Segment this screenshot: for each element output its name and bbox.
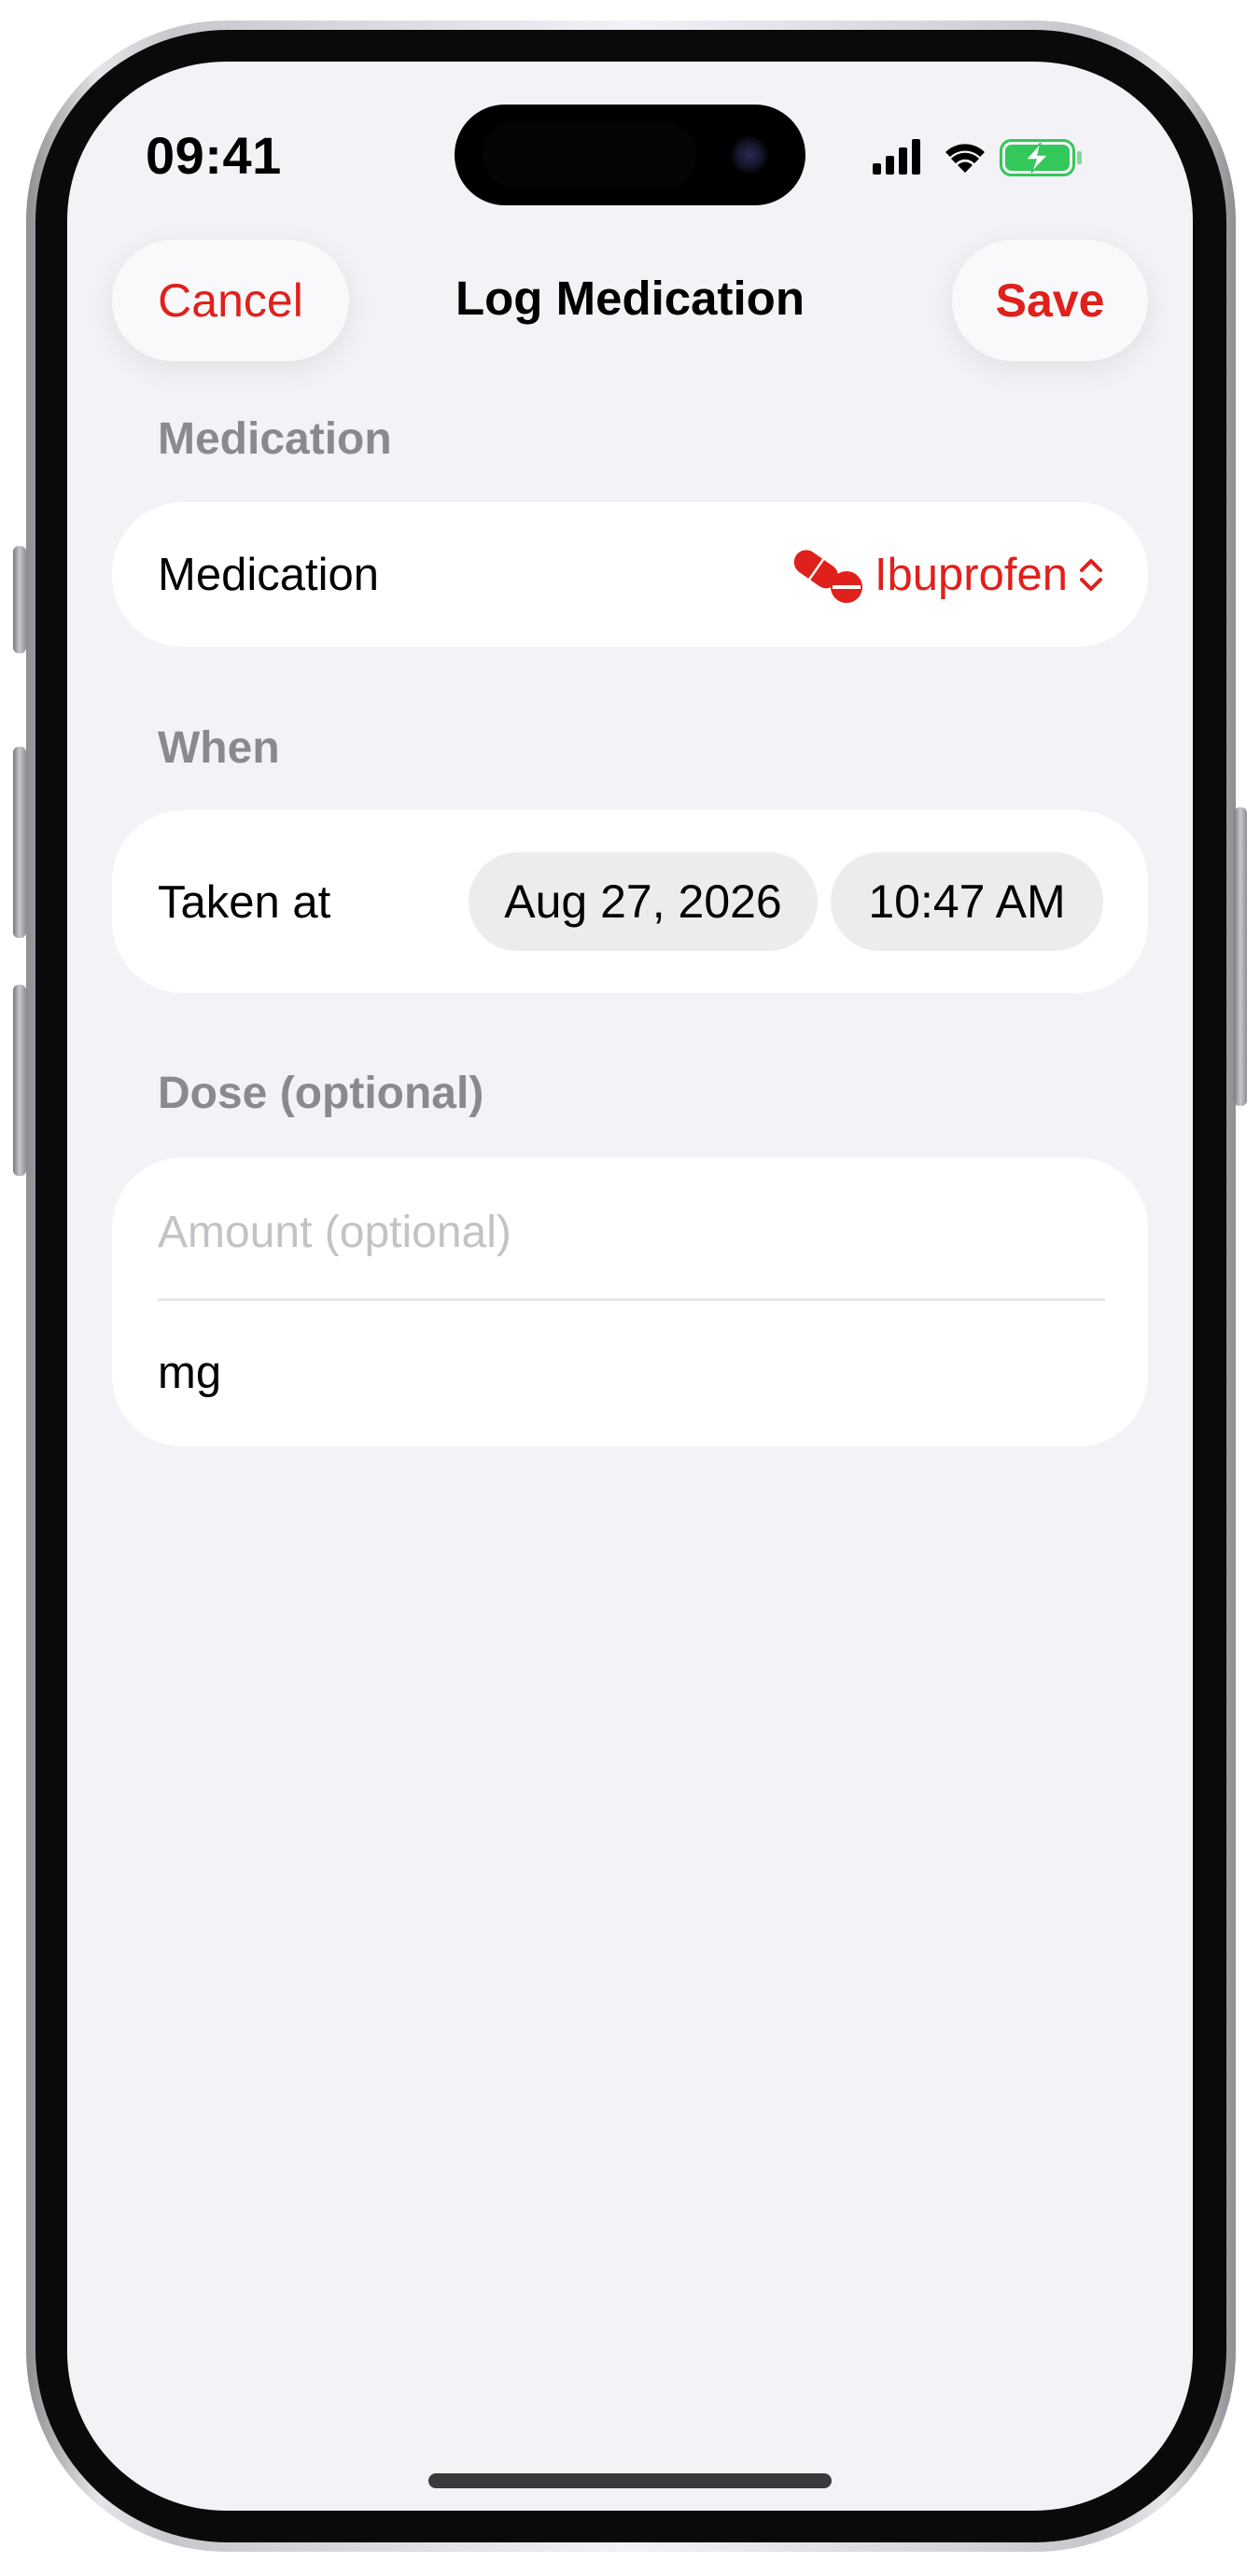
save-button[interactable]: Save: [952, 240, 1148, 361]
medication-picker-row[interactable]: Medication Ibuprofen: [112, 502, 1148, 647]
status-icons: [873, 139, 1082, 176]
section-header-medication: Medication: [158, 414, 392, 464]
dose-divider: [158, 1298, 1105, 1301]
medication-picker[interactable]: Ibuprofen: [792, 502, 1105, 647]
volume-up-button: [13, 747, 26, 938]
amount-input[interactable]: [158, 1195, 1091, 1269]
cellular-signal-icon: [873, 139, 920, 175]
pills-icon: [793, 549, 862, 603]
volume-down-button: [13, 985, 26, 1176]
front-camera: [731, 136, 768, 174]
medication-row-label: Medication: [158, 550, 379, 600]
wifi-icon: [945, 144, 985, 173]
status-time: 09:41: [146, 126, 282, 185]
unit-selector[interactable]: mg: [158, 1347, 221, 1399]
home-indicator[interactable]: [428, 2473, 832, 2488]
taken-at-row: Taken at Aug 27, 2026 10:47 AM: [112, 810, 1148, 993]
section-header-when: When: [158, 723, 280, 773]
dose-card: mg: [112, 1157, 1148, 1447]
time-picker-button[interactable]: 10:47 AM: [831, 852, 1103, 951]
dynamic-island: [455, 105, 805, 205]
island-sensor: [483, 121, 697, 189]
taken-at-label: Taken at: [158, 877, 331, 928]
action-button: [13, 546, 26, 653]
section-header-dose: Dose (optional): [158, 1069, 484, 1118]
medication-value: Ibuprofen: [874, 549, 1068, 600]
date-picker-button[interactable]: Aug 27, 2026: [469, 852, 818, 951]
chevron-up-down-icon: [1080, 558, 1102, 591]
battery-charging-icon: [1000, 139, 1082, 176]
power-button: [1234, 807, 1247, 1106]
